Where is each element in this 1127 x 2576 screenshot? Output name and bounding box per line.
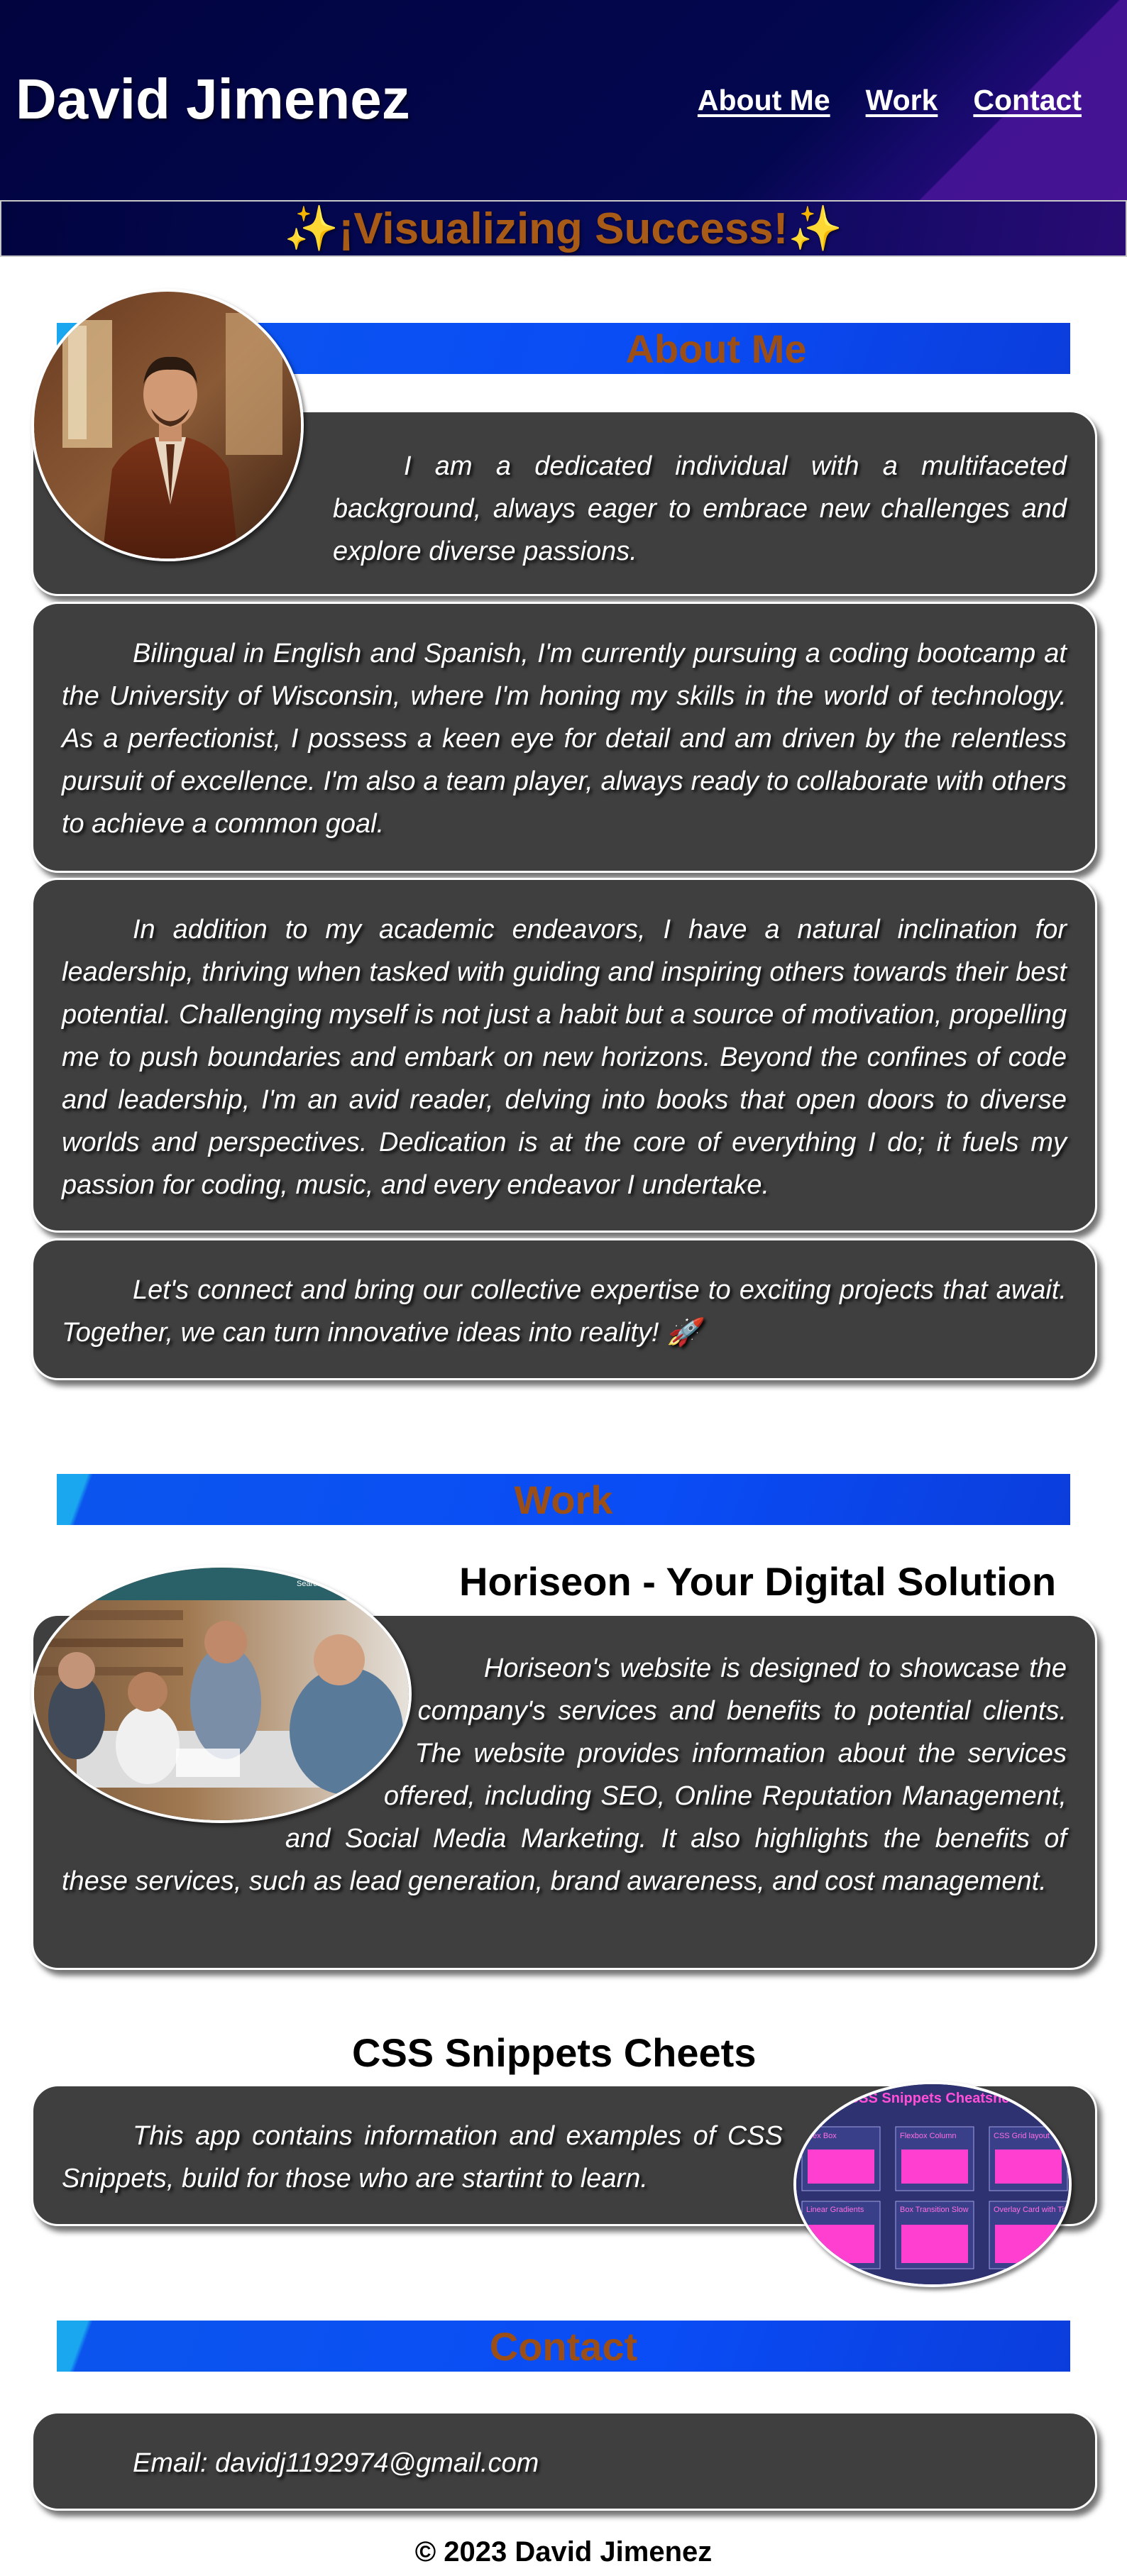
about-card-3: In addition to my academic endeavors, I … bbox=[31, 878, 1097, 1233]
project-title-horiseon: Horiseon - Your Digital Solution bbox=[459, 1559, 1057, 1604]
tagline-text: ✨¡Visualizing Success!✨ bbox=[284, 204, 843, 253]
about-paragraph-4: Let's connect and bring our collective e… bbox=[62, 1275, 1067, 1348]
site-title: David Jimenez bbox=[16, 67, 410, 131]
nav-link-about[interactable]: About Me bbox=[698, 84, 830, 117]
work-heading-bar: Work bbox=[57, 1474, 1070, 1525]
css-snippets-image: CSS Snippets Cheatsheet Flex Box Flexbox… bbox=[796, 2084, 1072, 2284]
contact-heading: Contact bbox=[489, 2323, 638, 2369]
main-nav: About Me Work Contact bbox=[698, 84, 1082, 117]
about-paragraph-1: I am a dedicated individual with a multi… bbox=[333, 451, 1067, 566]
about-card-2: Bilingual in English and Spanish, I'm cu… bbox=[31, 602, 1097, 873]
about-heading: About Me bbox=[625, 326, 807, 371]
profile-photo bbox=[31, 289, 304, 561]
nav-link-contact[interactable]: Contact bbox=[973, 84, 1082, 117]
thumb-title: CSS Snippets Cheatsheet bbox=[849, 2091, 1023, 2106]
site-footer: © 2023 David Jimenez bbox=[0, 2536, 1127, 2568]
profile-photo-image bbox=[34, 292, 301, 558]
horiseon-thumbnail[interactable]: Search Engine Optimization Online Reputa… bbox=[31, 1565, 412, 1823]
about-card-4: Let's connect and bring our collective e… bbox=[31, 1238, 1097, 1380]
thumb-nav-text-1: Search Engine Optimization bbox=[297, 1580, 393, 1588]
work-heading: Work bbox=[514, 1477, 613, 1522]
project-title-css-snippets: CSS Snippets Cheets bbox=[352, 2030, 757, 2075]
site-header: David Jimenez About Me Work Contact bbox=[0, 0, 1127, 200]
email-link[interactable]: davidj1192974@gmail.com bbox=[215, 2448, 539, 2478]
email-label: Email: bbox=[133, 2448, 216, 2478]
thumb-card-2: Flexbox Column bbox=[900, 2132, 956, 2140]
horiseon-image: Search Engine Optimization Online Reputa… bbox=[34, 1568, 412, 1820]
about-paragraph-2: Bilingual in English and Spanish, I'm cu… bbox=[62, 639, 1067, 839]
css-snippets-thumbnail[interactable]: CSS Snippets Cheatsheet Flex Box Flexbox… bbox=[793, 2081, 1072, 2287]
tagline-banner: ✨¡Visualizing Success!✨ bbox=[0, 200, 1127, 257]
about-paragraph-3: In addition to my academic endeavors, I … bbox=[62, 915, 1067, 1200]
contact-heading-bar: Contact bbox=[57, 2321, 1070, 2372]
footer-copyright: © 2023 David Jimenez bbox=[414, 2536, 713, 2567]
project-description-css-snippets: This app contains information and exampl… bbox=[62, 2121, 783, 2194]
thumb-card-1: Flex Box bbox=[806, 2132, 837, 2140]
thumb-card-4: Linear Gradients bbox=[806, 2206, 864, 2214]
thumb-card-5: Box Transition Slow bbox=[900, 2206, 969, 2214]
thumb-card-3: CSS Grid layout bbox=[994, 2132, 1050, 2140]
nav-link-work[interactable]: Work bbox=[866, 84, 938, 117]
thumb-card-6: Overlay Card with Title bbox=[994, 2206, 1072, 2214]
thumb-nav-text-2: Online Reputation Man bbox=[375, 1580, 412, 1588]
contact-card: Email: davidj1192974@gmail.com bbox=[31, 2411, 1097, 2511]
